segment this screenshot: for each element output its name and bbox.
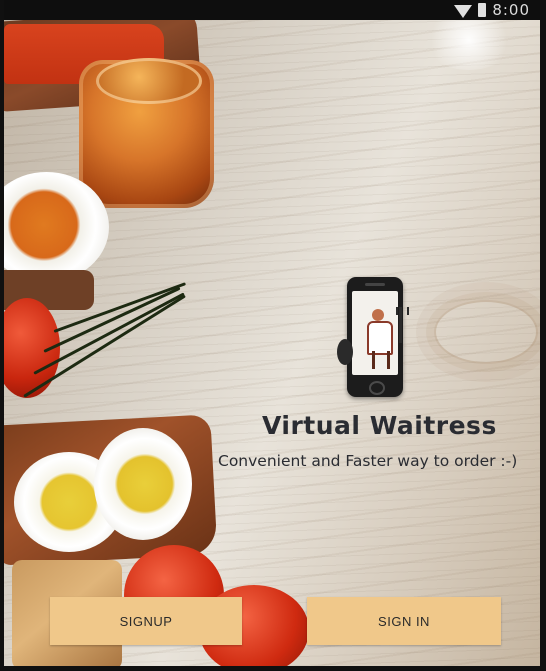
waitress-legs-icon	[372, 351, 390, 369]
waitress-body-icon	[367, 321, 393, 355]
waitress-phone-logo-icon	[337, 277, 409, 397]
phone-home-button-icon	[369, 381, 385, 395]
splash-screen: 8:00 Virtual Waitress Convenient and Fas…	[4, 0, 540, 666]
app-title: Virtual Waitress	[262, 411, 497, 440]
waitress-head-icon	[372, 309, 384, 321]
status-bar: 8:00	[4, 0, 540, 20]
phone-speaker-icon	[365, 283, 385, 286]
sign-in-button[interactable]: SIGN IN	[307, 597, 501, 645]
wood-knot-decoration	[434, 300, 538, 364]
tray-icon	[337, 339, 353, 365]
logo-phone-screen	[352, 291, 398, 375]
battery-icon	[478, 3, 487, 17]
honey-jar-top-decoration	[96, 58, 202, 104]
egg-decoration	[94, 428, 192, 540]
status-icons: 8:00	[454, 1, 530, 19]
signup-button[interactable]: SIGNUP	[50, 597, 242, 645]
status-time: 8:00	[492, 1, 530, 19]
wifi-icon	[454, 4, 473, 18]
app-tagline: Convenient and Faster way to order :-)	[218, 452, 518, 470]
device-frame: 8:00 Virtual Waitress Convenient and Fas…	[0, 0, 546, 671]
fork-icon	[396, 307, 409, 343]
